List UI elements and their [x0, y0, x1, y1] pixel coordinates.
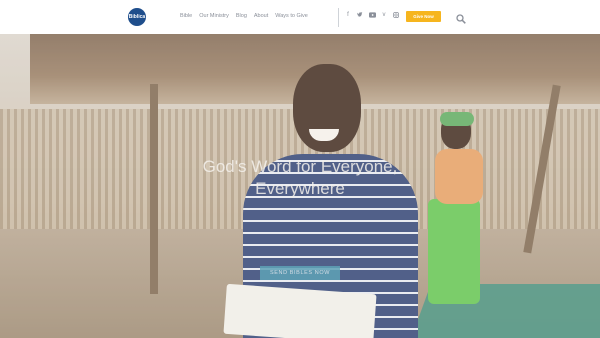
hero-title-line-1: God's Word for Everyone,	[202, 157, 398, 176]
facebook-icon[interactable]: f	[345, 12, 351, 18]
hero-title-line-2: Everywhere	[255, 179, 345, 198]
nav-our-ministry[interactable]: Our Ministry	[199, 13, 229, 19]
search-icon[interactable]	[456, 11, 466, 24]
vimeo-icon[interactable]: v	[381, 12, 387, 18]
hero-section: God's Word for Everyone, Everywhere SEND…	[0, 34, 600, 338]
main-nav: Bible Our Ministry Blog About Ways to Gi…	[180, 13, 308, 19]
site-header: Biblica Bible Our Ministry Blog About Wa…	[0, 0, 600, 34]
nav-about[interactable]: About	[254, 13, 268, 19]
send-bibles-button[interactable]: SEND BIBLES NOW	[260, 266, 340, 280]
nav-bible[interactable]: Bible	[180, 13, 192, 19]
youtube-icon[interactable]	[369, 12, 376, 18]
social-links: f v	[345, 12, 399, 18]
header-divider	[338, 8, 339, 27]
give-now-button[interactable]: Give Now	[406, 11, 441, 22]
biblica-logo[interactable]: Biblica	[128, 8, 146, 26]
hero-title: God's Word for Everyone, Everywhere	[0, 156, 600, 200]
instagram-icon[interactable]	[393, 12, 399, 18]
nav-ways-to-give[interactable]: Ways to Give	[275, 13, 308, 19]
twitter-icon[interactable]	[357, 12, 363, 18]
nav-blog[interactable]: Blog	[236, 13, 247, 19]
